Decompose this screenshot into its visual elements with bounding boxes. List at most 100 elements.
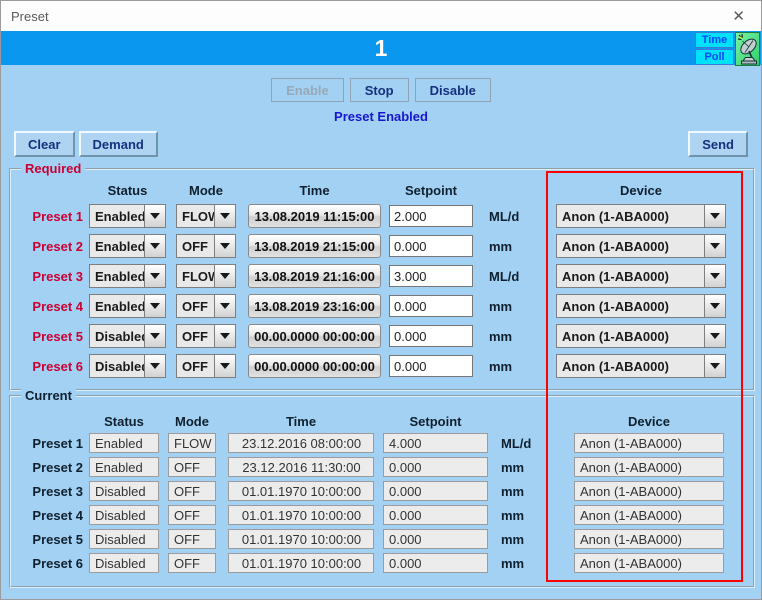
preset-status-text: Preset Enabled xyxy=(334,109,428,124)
preset-label: Preset 3 xyxy=(32,268,83,284)
status-dropdown[interactable]: Disabled xyxy=(89,354,166,378)
status-dropdown[interactable]: Enabled xyxy=(89,204,166,228)
time-value: 23.12.2016 08:00:00 xyxy=(228,433,374,453)
action-row: Clear Demand Send xyxy=(14,131,748,157)
time-picker-button[interactable]: 13.08.2019 11:15:00 xyxy=(248,204,381,228)
status-dropdown[interactable]: Enabled xyxy=(89,234,166,258)
status-dropdown[interactable]: Enabled xyxy=(89,294,166,318)
current-row-3: Preset 3 Disabled OFF 01.01.1970 10:00:0… xyxy=(11,481,753,501)
unit-label: mm xyxy=(501,507,525,523)
close-icon[interactable]: ✕ xyxy=(726,7,751,25)
setpoint-input[interactable] xyxy=(389,265,473,287)
window-title: Preset xyxy=(11,8,49,24)
status-dropdown[interactable]: Disabled xyxy=(89,324,166,348)
chevron-down-icon xyxy=(704,235,725,257)
titlebar: Preset ✕ xyxy=(1,1,761,31)
current-row-6: Preset 6 Disabled OFF 01.01.1970 10:00:0… xyxy=(11,553,753,573)
device-dropdown[interactable]: Anon (1-ABA000) xyxy=(556,204,726,228)
required-groupbox: Required Status Mode Time Setpoint Devic… xyxy=(9,161,755,391)
status-value: Enabled xyxy=(89,457,159,477)
setpoint-input[interactable] xyxy=(389,235,473,257)
unit-label: ML/d xyxy=(489,208,520,224)
mode-dropdown[interactable]: OFF xyxy=(176,324,236,348)
chevron-down-icon xyxy=(214,355,235,377)
preset-label: Preset 2 xyxy=(32,459,83,475)
unit-label: mm xyxy=(489,238,513,254)
chevron-down-icon xyxy=(704,205,725,227)
current-header-row: Status Mode Time Setpoint Device xyxy=(11,414,753,429)
required-row-4: Preset 4 Enabled OFF 13.08.2019 23:16:00… xyxy=(11,294,753,318)
current-row-5: Preset 5 Disabled OFF 01.01.1970 10:00:0… xyxy=(11,529,753,549)
poll-button[interactable]: Poll xyxy=(695,49,734,65)
device-value: Anon (1-ABA000) xyxy=(574,433,724,453)
device-dropdown[interactable]: Anon (1-ABA000) xyxy=(556,264,726,288)
demand-button[interactable]: Demand xyxy=(78,131,158,157)
satellite-icon xyxy=(735,32,760,66)
send-button[interactable]: Send xyxy=(688,131,748,157)
preset-label: Preset 4 xyxy=(32,507,83,523)
header-mode: Mode xyxy=(175,414,209,429)
device-dropdown[interactable]: Anon (1-ABA000) xyxy=(556,324,726,348)
mode-dropdown[interactable]: OFF xyxy=(176,354,236,378)
preset-label: Preset 1 xyxy=(32,208,83,224)
chevron-down-icon xyxy=(214,265,235,287)
header-device: Device xyxy=(628,414,670,429)
preset-window: Preset ✕ 1 Time Poll Enable Stop Disable… xyxy=(0,0,762,600)
device-dropdown[interactable]: Anon (1-ABA000) xyxy=(556,354,726,378)
chevron-down-icon xyxy=(704,295,725,317)
mode-dropdown[interactable]: FLOW xyxy=(176,264,236,288)
header-time: Time xyxy=(285,414,317,429)
preset-label: Preset 1 xyxy=(32,435,83,451)
required-row-3: Preset 3 Enabled FLOW 13.08.2019 21:16:0… xyxy=(11,264,753,288)
disable-button[interactable]: Disable xyxy=(414,78,491,102)
device-value: Anon (1-ABA000) xyxy=(574,553,724,573)
required-row-6: Preset 6 Disabled OFF 00.00.0000 00:00:0… xyxy=(11,354,753,378)
time-picker-button[interactable]: 13.08.2019 23:16:00 xyxy=(248,294,381,318)
time-button[interactable]: Time xyxy=(695,32,734,48)
header-setpoint: Setpoint xyxy=(405,182,457,198)
mode-value: OFF xyxy=(168,553,216,573)
status-dropdown[interactable]: Enabled xyxy=(89,264,166,288)
device-value: Anon (1-ABA000) xyxy=(574,529,724,549)
required-header-row: Status Mode Time Setpoint Device xyxy=(11,182,753,198)
mode-dropdown[interactable]: OFF xyxy=(176,234,236,258)
time-picker-button[interactable]: 00.00.0000 00:00:00 xyxy=(248,354,381,378)
unit-label: mm xyxy=(489,358,513,374)
device-dropdown[interactable]: Anon (1-ABA000) xyxy=(556,294,726,318)
time-value: 01.01.1970 10:00:00 xyxy=(228,505,374,525)
chevron-down-icon xyxy=(704,355,725,377)
time-picker-button[interactable]: 13.08.2019 21:15:00 xyxy=(248,234,381,258)
device-dropdown[interactable]: Anon (1-ABA000) xyxy=(556,234,726,258)
device-value: Anon (1-ABA000) xyxy=(574,481,724,501)
stop-button[interactable]: Stop xyxy=(349,78,409,102)
header-device: Device xyxy=(620,182,662,198)
required-row-5: Preset 5 Disabled OFF 00.00.0000 00:00:0… xyxy=(11,324,753,348)
enable-button[interactable]: Enable xyxy=(271,78,344,102)
current-legend: Current xyxy=(21,388,76,403)
setpoint-input[interactable] xyxy=(389,295,473,317)
chevron-down-icon xyxy=(214,325,235,347)
mode-value: OFF xyxy=(168,457,216,477)
time-picker-button[interactable]: 13.08.2019 21:16:00 xyxy=(248,264,381,288)
chevron-down-icon xyxy=(214,295,235,317)
mode-dropdown[interactable]: OFF xyxy=(176,294,236,318)
current-row-2: Preset 2 Enabled OFF 23.12.2016 11:30:00… xyxy=(11,457,753,477)
setpoint-input[interactable] xyxy=(389,355,473,377)
time-picker-button[interactable]: 00.00.0000 00:00:00 xyxy=(248,324,381,348)
chevron-down-icon xyxy=(144,235,165,257)
setpoint-input[interactable] xyxy=(389,325,473,347)
setpoint-input[interactable] xyxy=(389,205,473,227)
time-value: 01.01.1970 10:00:00 xyxy=(228,529,374,549)
clear-button[interactable]: Clear xyxy=(14,131,75,157)
time-poll-stack: Time Poll xyxy=(695,32,734,66)
setpoint-value: 0.000 xyxy=(383,481,488,501)
mode-value: FLOW xyxy=(168,433,216,453)
chevron-down-icon xyxy=(144,265,165,287)
unit-label: mm xyxy=(501,531,525,547)
mode-dropdown[interactable]: FLOW xyxy=(176,204,236,228)
device-value: Anon (1-ABA000) xyxy=(574,457,724,477)
chevron-down-icon xyxy=(214,205,235,227)
preset-label: Preset 5 xyxy=(32,328,83,344)
mode-value: OFF xyxy=(168,505,216,525)
header-status: Status xyxy=(104,414,144,429)
